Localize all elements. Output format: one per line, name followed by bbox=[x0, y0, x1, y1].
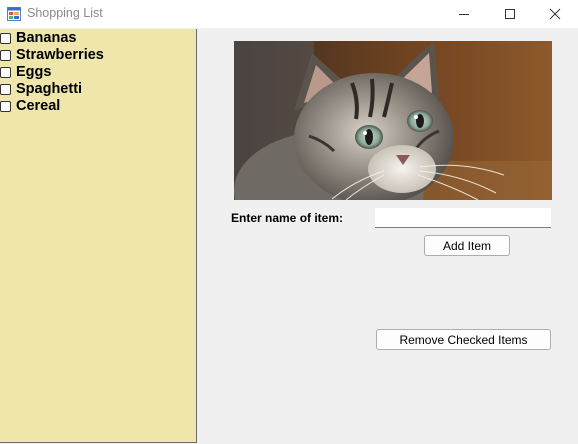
list-item[interactable]: Strawberries bbox=[0, 47, 104, 64]
list-item-label: Strawberries bbox=[16, 47, 104, 63]
item-checkbox[interactable] bbox=[0, 33, 11, 44]
minimize-icon bbox=[459, 14, 469, 15]
item-checkbox[interactable] bbox=[0, 84, 11, 95]
item-checkbox[interactable] bbox=[0, 101, 11, 112]
list-item[interactable]: Spaghetti bbox=[0, 81, 82, 98]
form-icon bbox=[7, 7, 21, 21]
kitten-photo bbox=[234, 41, 552, 200]
title-bar[interactable]: Shopping List bbox=[0, 0, 578, 28]
close-button[interactable] bbox=[532, 0, 578, 28]
list-item-label: Eggs bbox=[16, 64, 52, 80]
maximize-button[interactable] bbox=[487, 0, 533, 28]
item-checkbox[interactable] bbox=[0, 67, 11, 78]
list-item[interactable]: Bananas bbox=[0, 30, 76, 47]
item-name-label: Enter name of item: bbox=[231, 211, 344, 225]
close-icon bbox=[549, 8, 561, 20]
shopping-list-window: Shopping List Bananas Strawberries Eggs … bbox=[0, 0, 578, 444]
minimize-button[interactable] bbox=[441, 0, 487, 28]
window-title: Shopping List bbox=[27, 6, 103, 20]
item-name-input[interactable] bbox=[375, 208, 551, 228]
item-checkbox[interactable] bbox=[0, 50, 11, 61]
list-item-label: Spaghetti bbox=[16, 81, 83, 97]
add-item-button[interactable]: Add Item bbox=[424, 235, 510, 256]
list-item-label: Cereal bbox=[16, 98, 61, 114]
list-item-label: Bananas bbox=[16, 30, 77, 46]
list-item[interactable]: Cereal bbox=[0, 98, 60, 115]
maximize-icon bbox=[505, 9, 515, 19]
shopping-checked-list[interactable]: Bananas Strawberries Eggs Spaghetti Cere… bbox=[0, 29, 197, 443]
remove-checked-items-button[interactable]: Remove Checked Items bbox=[376, 329, 551, 350]
list-item[interactable]: Eggs bbox=[0, 64, 51, 81]
